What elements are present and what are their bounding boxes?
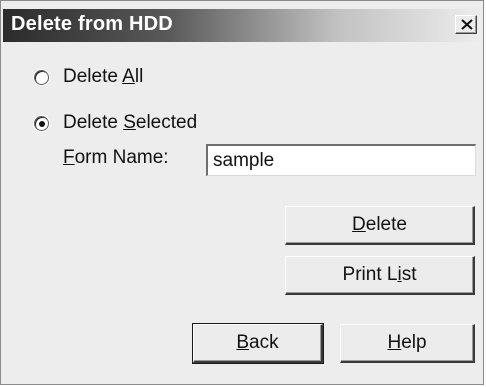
form-name-input[interactable] xyxy=(206,144,476,176)
radio-selected-dot xyxy=(39,120,45,127)
delete-button[interactable]: Delete xyxy=(285,206,475,245)
dialog-title: Delete from HDD xyxy=(11,13,173,35)
delete-all-radio[interactable] xyxy=(34,69,49,85)
close-button[interactable] xyxy=(455,15,477,34)
print-list-button[interactable]: Print List xyxy=(285,256,475,295)
title-bar: Delete from HDD xyxy=(3,9,481,42)
delete-selected-option[interactable]: Delete Selected xyxy=(34,111,197,135)
help-button[interactable]: Help xyxy=(340,324,475,363)
delete-all-label: Delete All xyxy=(63,66,144,87)
form-name-label: Form Name: xyxy=(63,147,169,168)
delete-from-hdd-dialog: Delete from HDD Delete All Delete Select… xyxy=(0,0,484,385)
delete-all-option[interactable]: Delete All xyxy=(34,65,143,89)
close-icon xyxy=(461,19,473,30)
delete-selected-label: Delete Selected xyxy=(63,112,198,133)
back-button[interactable]: Back xyxy=(192,323,324,364)
delete-selected-radio[interactable] xyxy=(34,115,49,131)
